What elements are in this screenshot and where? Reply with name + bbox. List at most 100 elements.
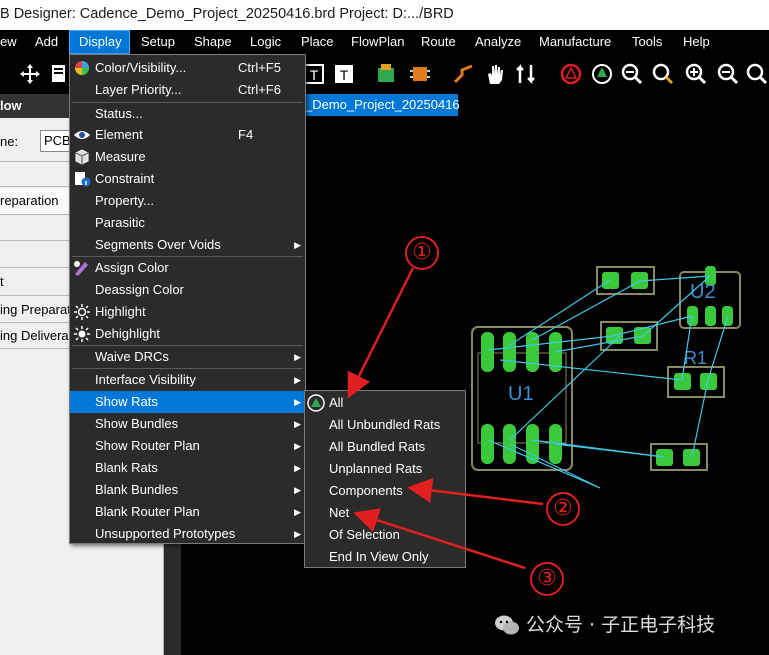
menu-item-element[interactable]: Element F4 [70, 124, 305, 146]
zoom-pick-icon[interactable] [651, 62, 675, 86]
submenu-arrow-icon: ▶ [294, 419, 301, 429]
menu-tools[interactable]: Tools [632, 30, 662, 54]
menu-item-waive-drcs[interactable]: Waive DRCs ▶ [70, 346, 305, 368]
highlight-sun-icon [74, 304, 90, 320]
menu-item-layer-priority[interactable]: Layer Priority... Ctrl+F6 [70, 79, 305, 101]
menu-flowplan[interactable]: FlowPlan [351, 30, 404, 54]
submenu-item-all-unbundled-rats[interactable]: All Unbundled Rats [305, 414, 465, 436]
callout-3: ③ [530, 562, 564, 596]
submenu-item-all-bundled-rats[interactable]: All Bundled Rats [305, 436, 465, 458]
window-title: B Designer: Cadence_Demo_Project_2025041… [0, 6, 454, 22]
submenu-arrow-icon: ▶ [294, 240, 301, 250]
menu-item-label: Interface Visibility [95, 372, 196, 387]
move-icon[interactable] [18, 62, 42, 86]
menu-item-color-visibility[interactable]: Color/Visibility... Ctrl+F5 [70, 57, 305, 79]
submenu-item-label: All Unbundled Rats [329, 417, 441, 432]
callout-2: ② [546, 492, 580, 526]
menu-item-label: Blank Router Plan [95, 504, 200, 519]
menu-item-status[interactable]: Status... [70, 103, 305, 125]
zoom-in-icon[interactable] [684, 62, 708, 86]
menu-view[interactable]: ew [0, 30, 17, 54]
menu-place[interactable]: Place [301, 30, 334, 54]
chip-select-icon[interactable] [408, 62, 432, 86]
menu-item-constraint[interactable]: Constraint [70, 168, 305, 190]
constraint-info-icon [75, 172, 91, 187]
menu-shape[interactable]: Shape [194, 30, 232, 54]
zoom-world-icon[interactable] [590, 62, 614, 86]
submenu-arrow-icon: ▶ [294, 463, 301, 473]
menu-item-show-rats[interactable]: Show Rats ▶ [70, 391, 305, 413]
document-tab[interactable]: _Demo_Project_20250416 [305, 94, 460, 116]
menu-display[interactable]: Display [69, 30, 130, 54]
submenu-item-label: Of Selection [329, 527, 400, 542]
callout-1: ① [405, 236, 439, 270]
menu-item-label: Parasitic [95, 215, 145, 230]
menu-item-label: Color/Visibility... [95, 60, 187, 75]
menu-item-parasitic[interactable]: Parasitic [70, 212, 305, 234]
menu-item-property[interactable]: Property... [70, 190, 305, 212]
zoom-previous-icon[interactable] [745, 62, 769, 86]
menu-item-deassign-color[interactable]: Deassign Color [70, 279, 305, 301]
swap-icon[interactable] [515, 62, 539, 86]
component-icon[interactable] [374, 62, 398, 86]
menu-item-assign-color[interactable]: Assign Color [70, 257, 305, 279]
color-wheel-icon [75, 61, 89, 75]
menu-item-label: Layer Priority... [95, 82, 182, 97]
submenu-item-unplanned-rats[interactable]: Unplanned Rats [305, 458, 465, 480]
submenu-arrow-icon: ▶ [294, 375, 301, 385]
menu-logic[interactable]: Logic [250, 30, 281, 54]
menu-analyze[interactable]: Analyze [475, 30, 521, 54]
menu-item-dehighlight[interactable]: Dehighlight [70, 323, 305, 345]
menu-manufacture[interactable]: Manufacture [539, 30, 611, 54]
menu-item-blank-bundles[interactable]: Blank Bundles ▶ [70, 479, 305, 501]
menu-item-label: Segments Over Voids [95, 237, 221, 252]
menu-item-unsupported-prototypes[interactable]: Unsupported Prototypes ▶ [70, 523, 305, 545]
menu-setup[interactable]: Setup [141, 30, 175, 54]
text-edit-icon[interactable]: T [303, 62, 327, 86]
menu-item-interface-visibility[interactable]: Interface Visibility ▶ [70, 369, 305, 391]
submenu-arrow-icon: ▶ [294, 507, 301, 517]
submenu-item-label: Unplanned Rats [329, 461, 423, 476]
shortcut-label: Ctrl+F6 [238, 82, 281, 97]
dehighlight-sun-icon [74, 326, 90, 342]
text-add-icon[interactable]: T [333, 62, 357, 86]
submenu-arrow-icon: ▶ [294, 529, 301, 539]
zoom-out-icon[interactable] [716, 62, 740, 86]
zoom-fit-icon[interactable] [620, 62, 644, 86]
menu-item-label: Measure [95, 149, 146, 164]
menu-help[interactable]: Help [683, 30, 710, 54]
submenu-item-end-in-view-only[interactable]: End In View Only [305, 546, 465, 568]
menu-item-highlight[interactable]: Highlight [70, 301, 305, 323]
menu-item-label: Property... [95, 193, 155, 208]
submenu-arrow-icon: ▶ [294, 352, 301, 362]
submenu-item-of-selection[interactable]: Of Selection [305, 524, 465, 546]
wechat-icon [495, 615, 519, 635]
menu-item-label: Element [95, 127, 143, 142]
menu-item-blank-rats[interactable]: Blank Rats ▶ [70, 457, 305, 479]
menu-item-label: Blank Bundles [95, 482, 179, 497]
menu-item-show-bundles[interactable]: Show Bundles ▶ [70, 413, 305, 435]
menu-item-measure[interactable]: Measure [70, 146, 305, 168]
watermark-text: 公众号 · 子正电子科技 [526, 614, 716, 636]
svg-text:T: T [310, 67, 319, 83]
shortcut-label: F4 [238, 127, 254, 142]
submenu-arrow-icon: ▶ [294, 441, 301, 451]
submenu-item-components[interactable]: Components [305, 480, 465, 502]
menu-item-label: Show Router Plan [95, 438, 200, 453]
hand-icon[interactable] [483, 62, 507, 86]
menu-item-show-router-plan[interactable]: Show Router Plan ▶ [70, 435, 305, 457]
menu-item-label: Blank Rats [95, 460, 158, 475]
rats-all-icon [307, 394, 325, 412]
drc-icon[interactable] [559, 62, 583, 86]
submenu-item-net[interactable]: Net [305, 502, 465, 524]
route-icon[interactable] [452, 62, 476, 86]
submenu-item-all[interactable]: All [305, 392, 465, 414]
menu-item-segments-over-voids[interactable]: Segments Over Voids ▶ [70, 234, 305, 256]
menu-bar: ew Add Display Setup Shape Logic Place F… [0, 30, 769, 54]
shortcut-label: Ctrl+F5 [238, 60, 281, 75]
menu-item-blank-router-plan[interactable]: Blank Router Plan ▶ [70, 501, 305, 523]
menu-route[interactable]: Route [421, 30, 456, 54]
menu-item-label: Highlight [95, 304, 146, 319]
menu-add[interactable]: Add [35, 30, 58, 54]
menu-item-label: Show Rats [95, 394, 158, 409]
